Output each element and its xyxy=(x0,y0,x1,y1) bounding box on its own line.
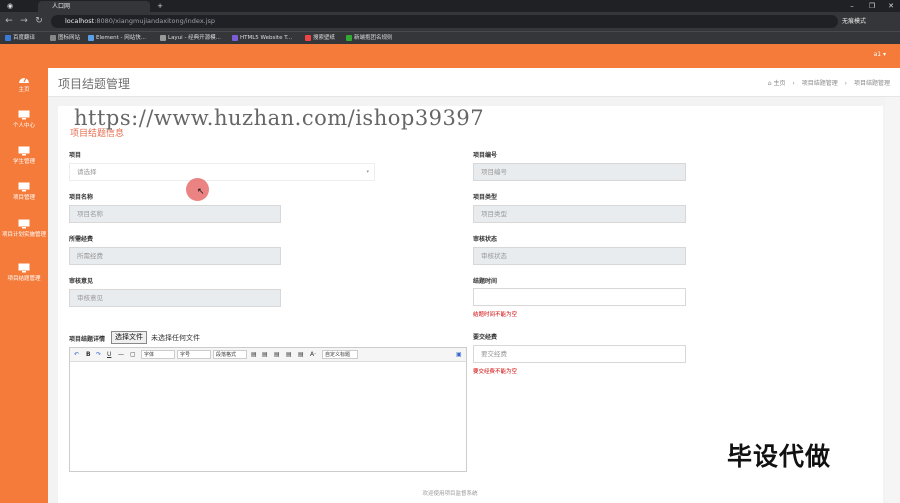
font-color-icon[interactable]: A· xyxy=(310,351,316,359)
review-opinion-label: 审核意见 xyxy=(69,278,94,285)
bookmark-item[interactable]: Layui - 经典开源模... xyxy=(160,33,221,44)
choose-file-button[interactable]: 选择文件 xyxy=(111,331,147,344)
monitor-icon xyxy=(18,263,30,273)
sidebar-item-projects[interactable]: 项目管理 xyxy=(0,182,48,202)
minimize-icon[interactable]: – xyxy=(844,0,860,12)
monitor-icon xyxy=(18,219,30,229)
bookmarks-bar: 百度翻译 图标网站 Element - 网站快... Layui - 经典开源模… xyxy=(0,31,900,44)
project-label: 项目 xyxy=(69,152,82,159)
top-navbar: a1 ▾ xyxy=(48,44,900,68)
reload-icon[interactable]: ↻ xyxy=(33,15,45,27)
align-icon[interactable]: ▤ xyxy=(262,351,268,359)
back-icon[interactable]: ← xyxy=(3,15,15,27)
sidebar-item-label: 项目管理 xyxy=(12,195,35,201)
project-type-field[interactable]: 项目类型 xyxy=(473,205,686,223)
rich-text-editor[interactable]: ↶ B ↷ U — ▢ 字体 字号 段落格式 ▤ ▤ ▤ ▤ ▤ A· 自定义标… xyxy=(69,347,467,472)
address-bar-row: ← → ↻ localhost:8080/xiangmujiandaxitong… xyxy=(0,12,900,31)
page-header: 项目结题管理 ⌂ 主页 › 项目结题管理 › 项目结题管理 xyxy=(48,68,900,97)
sidebar-item-label: 项目结题管理 xyxy=(7,276,41,282)
page-title: 项目结题管理 xyxy=(58,77,131,91)
project-name-field[interactable]: 项目名称 xyxy=(69,205,281,223)
end-time-label: 结题时间 xyxy=(473,278,498,285)
tab-title: 人口网 xyxy=(52,3,71,10)
incognito-badge[interactable]: 无痕模式 xyxy=(842,16,866,27)
funds-field[interactable]: 所需经费 xyxy=(69,247,281,265)
size-select[interactable]: 字号 xyxy=(177,350,211,359)
bold-icon[interactable]: B xyxy=(86,351,91,359)
breadcrumb: ⌂ 主页 › 项目结题管理 › 项目结题管理 xyxy=(767,80,890,87)
user-menu[interactable]: a1 ▾ xyxy=(874,51,886,58)
sidebar-item-home[interactable]: 主页 xyxy=(0,74,48,94)
file-status: 未选择任何文件 xyxy=(151,334,200,342)
review-status-field[interactable]: 审核状态 xyxy=(473,247,686,265)
sidebar: 主页 个人中心 学生管理 项目管理 项目计划实施管理 项目结题管理 xyxy=(0,44,48,503)
monitor-icon xyxy=(18,182,30,192)
url-input[interactable]: localhost:8080/xiangmujiandaxitong/index… xyxy=(51,15,838,28)
breadcrumb-item[interactable]: 项目结题管理 xyxy=(802,80,838,87)
browser-icon: ◉ xyxy=(6,2,14,10)
clear-format-icon[interactable]: ▢ xyxy=(130,351,136,359)
breadcrumb-home[interactable]: ⌂ 主页 xyxy=(768,80,786,87)
monitor-icon xyxy=(18,110,30,120)
underline-icon[interactable]: U xyxy=(107,351,111,359)
sidebar-item-closure[interactable]: 项目结题管理 xyxy=(0,263,48,283)
forward-icon[interactable]: → xyxy=(18,15,30,27)
restore-icon[interactable]: ❐ xyxy=(864,0,880,12)
end-time-field[interactable] xyxy=(473,288,686,306)
project-select[interactable]: 请选择 ▾ xyxy=(69,163,375,181)
project-no-field[interactable]: 项目编号 xyxy=(473,163,686,181)
project-type-label: 项目类型 xyxy=(473,194,498,201)
end-time-error: 结题时间不能为空 xyxy=(473,312,518,318)
funds-label: 所需经费 xyxy=(69,236,94,243)
project-no-label: 项目编号 xyxy=(473,152,498,159)
custom-title-select[interactable]: 自定义标题 xyxy=(322,350,358,359)
bookmark-item[interactable]: HTML5 Website T... xyxy=(232,33,292,44)
font-select[interactable]: 字体 xyxy=(141,350,175,359)
review-status-label: 审核状态 xyxy=(473,236,498,243)
sidebar-item-label: 个人中心 xyxy=(12,123,35,129)
undo-icon[interactable]: ↶ xyxy=(74,351,79,359)
footer-text: 欢迎使用项目监督系统 xyxy=(422,491,478,497)
align-icon[interactable]: ▤ xyxy=(251,351,257,359)
browser-tab[interactable]: 人口网 xyxy=(38,1,150,12)
submit-funds-field[interactable]: 要交经费 xyxy=(473,345,686,363)
bookmark-item[interactable]: 百度翻译 xyxy=(5,33,35,44)
bookmark-item[interactable]: Element - 网站快... xyxy=(88,33,146,44)
browser-tab-bar: ◉ 人口网 + – ❐ ✕ xyxy=(0,0,900,12)
hr-icon[interactable]: — xyxy=(118,351,124,359)
paragraph-select[interactable]: 段落格式 xyxy=(213,350,247,359)
new-tab-icon[interactable]: + xyxy=(152,0,168,12)
sidebar-item-profile[interactable]: 个人中心 xyxy=(0,110,48,130)
bookmark-item[interactable]: 新端抱团名规则 xyxy=(346,33,393,44)
redo-icon[interactable]: ↷ xyxy=(96,351,101,359)
sidebar-item-plans[interactable]: 项目计划实施管理 xyxy=(0,219,48,239)
sidebar-item-students[interactable]: 学生管理 xyxy=(0,146,48,166)
overlay-text: 毕设代做 xyxy=(727,442,832,471)
align-icon[interactable]: ▤ xyxy=(298,351,304,359)
submit-funds-error: 要交经费不能为空 xyxy=(473,369,518,375)
dashboard-icon xyxy=(19,77,29,83)
bookmark-item[interactable]: 搜索壁纸 xyxy=(305,33,335,44)
watermark-text: https://www.huzhan.com/ishop39397 xyxy=(74,106,485,130)
submit-funds-label: 要交经费 xyxy=(473,334,498,341)
scrollbar[interactable] xyxy=(885,97,900,503)
fullscreen-icon[interactable]: ▣ xyxy=(456,351,462,359)
sidebar-item-label: 项目计划实施管理 xyxy=(1,232,46,238)
bookmark-item[interactable]: 图标网站 xyxy=(50,33,80,44)
editor-toolbar: ↶ B ↷ U — ▢ 字体 字号 段落格式 ▤ ▤ ▤ ▤ ▤ A· 自定义标… xyxy=(70,348,466,362)
monitor-icon xyxy=(18,146,30,156)
sidebar-item-label: 学生管理 xyxy=(12,159,35,165)
align-icon[interactable]: ▤ xyxy=(286,351,292,359)
project-name-label: 项目名称 xyxy=(69,194,94,201)
align-icon[interactable]: ▤ xyxy=(274,351,280,359)
detail-label: 项目结题详情 xyxy=(69,336,106,343)
breadcrumb-current: 项目结题管理 xyxy=(853,80,890,87)
close-icon[interactable]: ✕ xyxy=(883,0,899,12)
mouse-pointer-icon: ↖ xyxy=(197,187,205,197)
sidebar-item-label: 主页 xyxy=(18,87,30,93)
url-host: localhost xyxy=(65,17,95,25)
url-path: :8080/xiangmujiandaxitong/index.jsp xyxy=(94,17,216,25)
review-opinion-field[interactable]: 审核意见 xyxy=(69,289,281,307)
